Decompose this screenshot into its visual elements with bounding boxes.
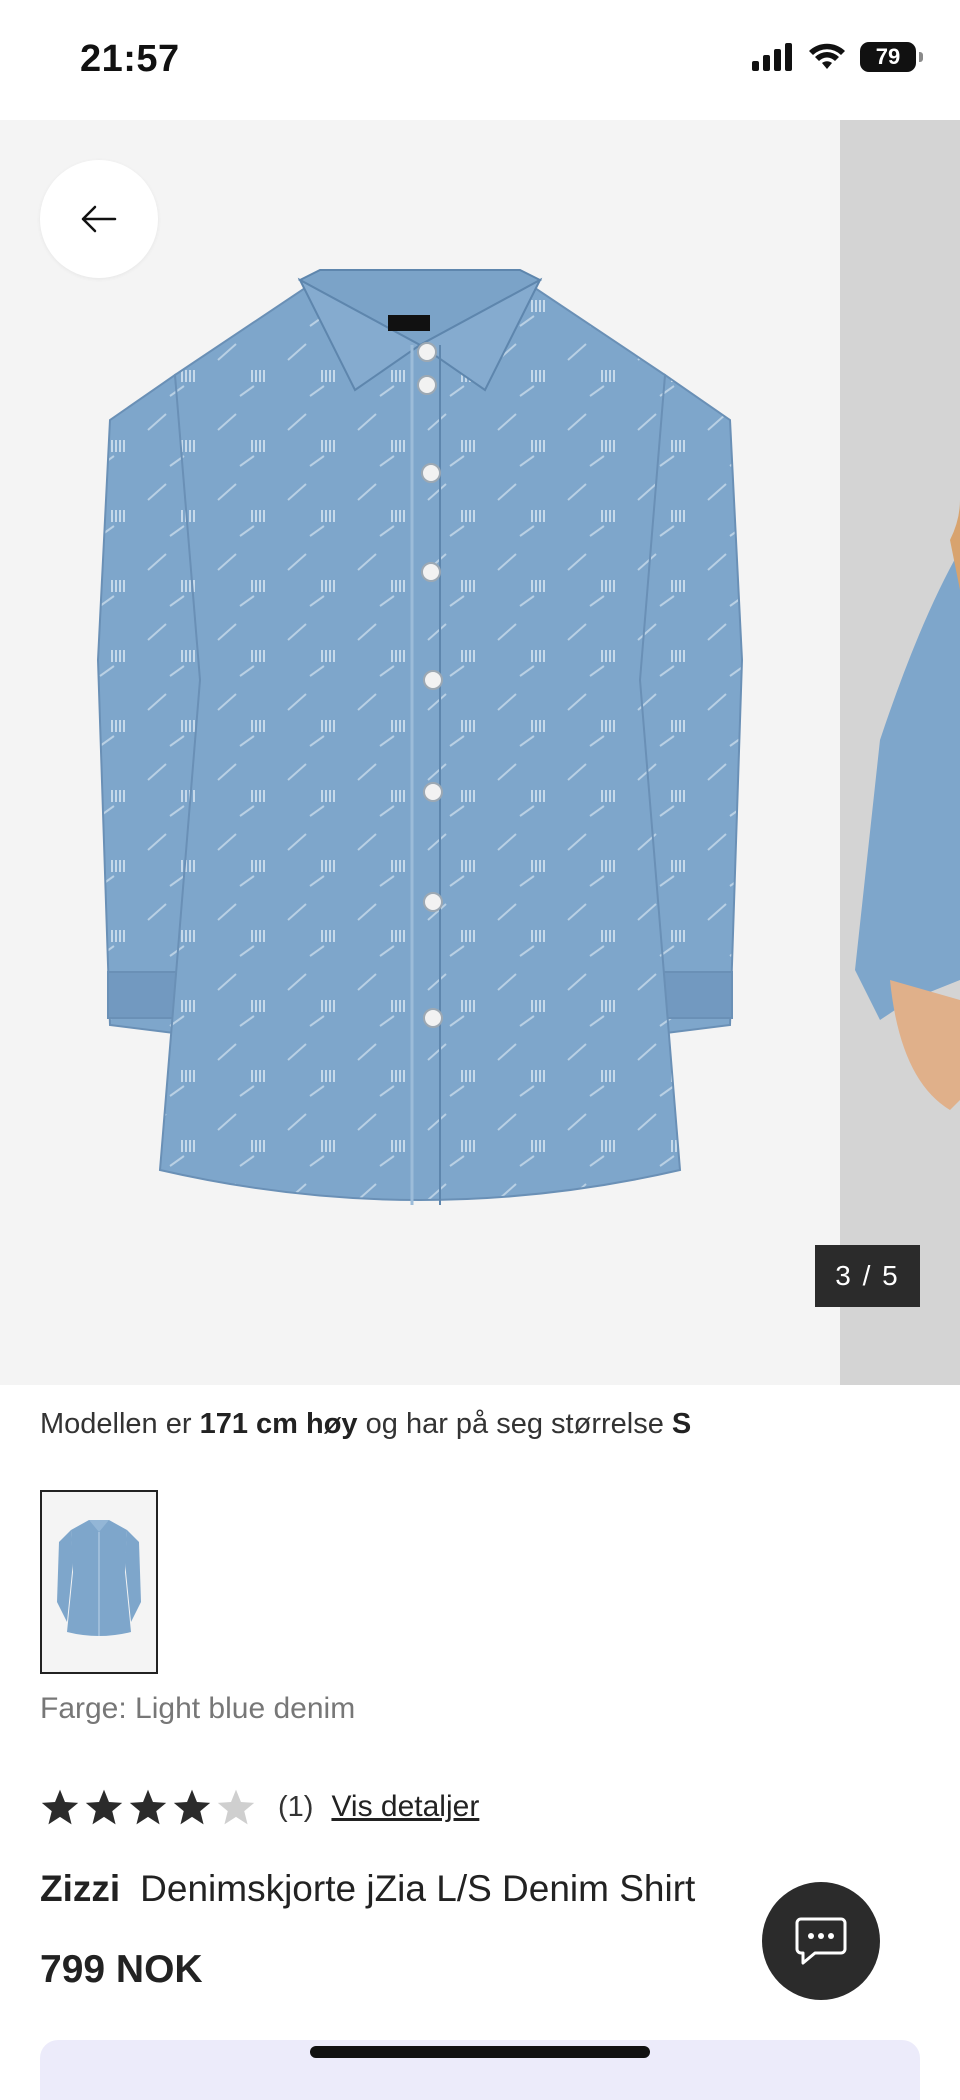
star-icon: [41, 1789, 79, 1825]
model-height: 171 cm høy: [199, 1408, 358, 1440]
product-title: Zizzi Denimskjorte jZia L/S Denim Shirt: [40, 1868, 695, 1910]
view-details-link[interactable]: Vis detaljer: [331, 1790, 479, 1824]
rating-row: (1) Vis detaljer: [40, 1788, 479, 1826]
status-time: 21:57: [80, 38, 180, 80]
model-info-prefix: Modellen er: [40, 1408, 200, 1440]
product-image: [96, 269, 744, 1205]
product-price: 799 NOK: [40, 1948, 203, 1991]
next-slide-preview[interactable]: [840, 120, 960, 1385]
model-size: S: [671, 1408, 692, 1440]
chat-button[interactable]: [762, 1882, 880, 2000]
model-image: [855, 500, 960, 1110]
wifi-icon: [809, 43, 845, 69]
back-arrow-icon: [81, 205, 117, 233]
rating-stars: [40, 1788, 256, 1826]
brand-name[interactable]: Zizzi: [40, 1868, 120, 1909]
star-empty-icon: [217, 1789, 255, 1825]
color-thumbnail[interactable]: [40, 1490, 158, 1674]
model-info-middle: og har på seg størrelse: [357, 1408, 672, 1440]
battery-icon: 79: [860, 42, 923, 72]
star-icon: [173, 1789, 211, 1825]
review-count: (1): [278, 1790, 314, 1823]
star-icon: [85, 1789, 123, 1825]
star-icon: [129, 1789, 167, 1825]
model-info: Modellen er 171 cm høy og har på seg stø…: [40, 1408, 691, 1441]
home-indicator: [310, 2046, 650, 2058]
product-name: Denimskjorte jZia L/S Denim Shirt: [140, 1868, 696, 1909]
color-label: Farge: Light blue denim: [40, 1692, 356, 1725]
status-bar: 21:57 79: [0, 0, 960, 120]
slide-counter: 3 / 5: [815, 1245, 920, 1307]
back-button[interactable]: [40, 160, 158, 278]
chat-icon: [795, 1917, 847, 1965]
product-image-gallery[interactable]: 3 / 5: [0, 120, 960, 1385]
thumbnail-image: [57, 1520, 141, 1636]
signal-icon: [752, 43, 792, 71]
status-icons: 79: [752, 42, 923, 72]
